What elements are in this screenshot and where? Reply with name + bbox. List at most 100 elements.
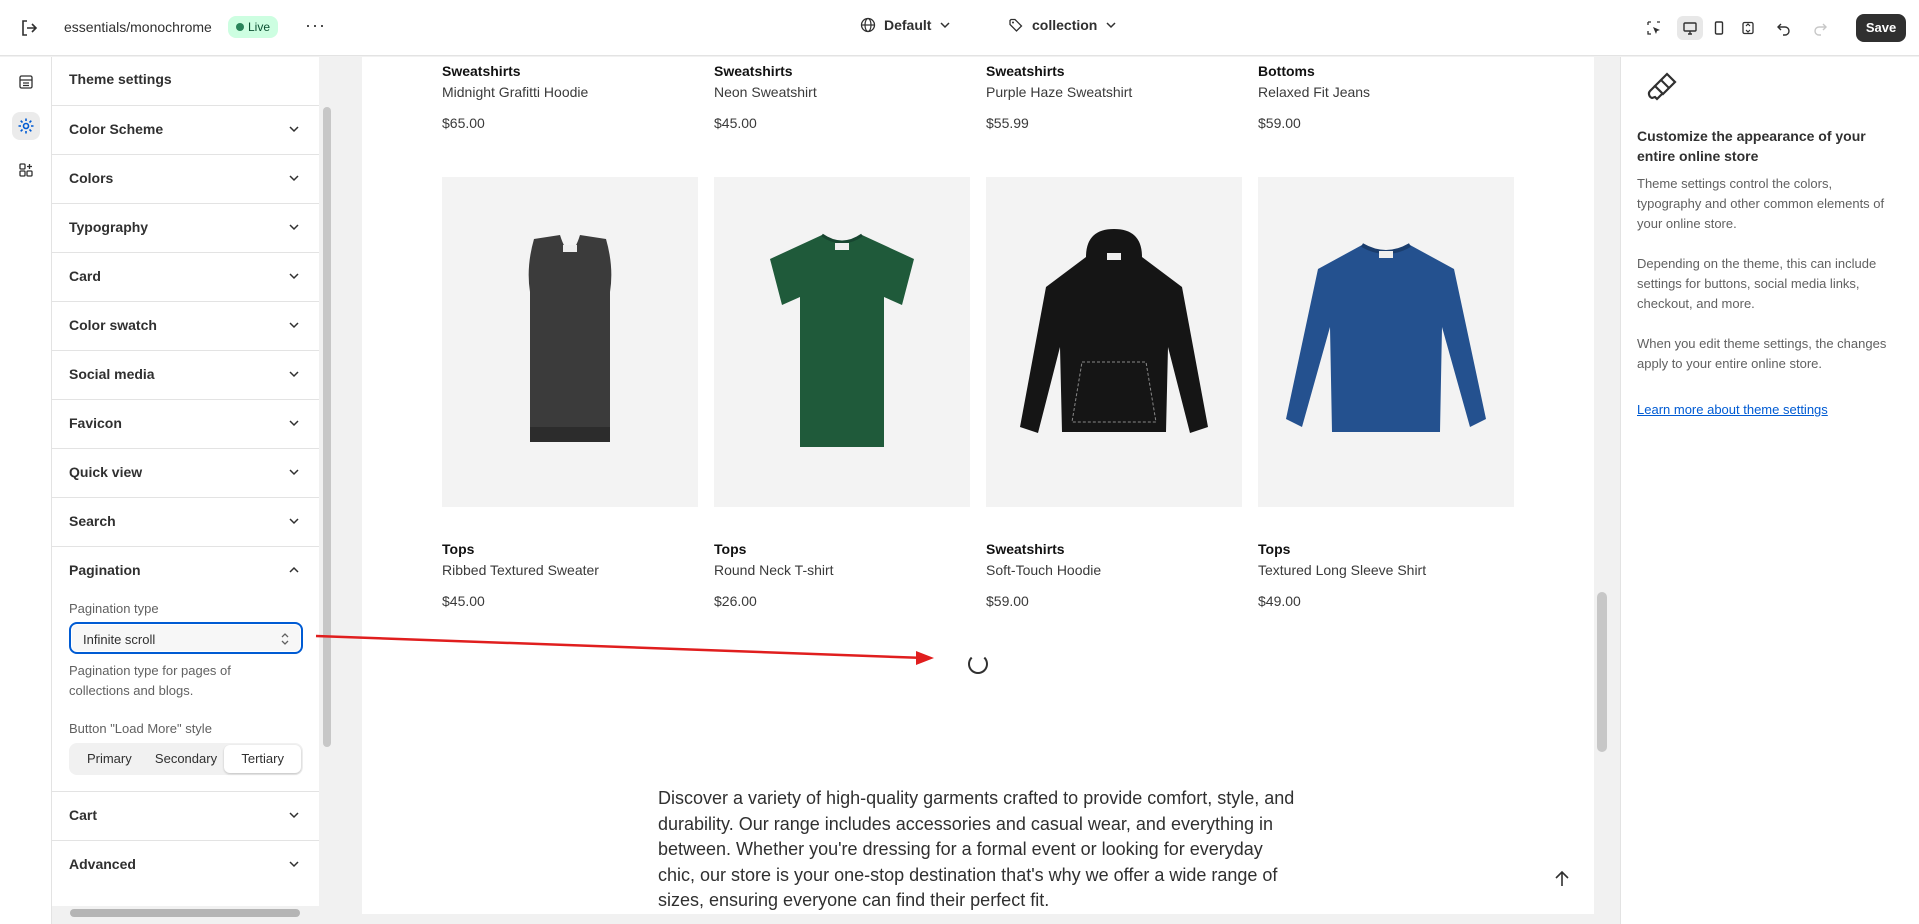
product-name: Relaxed Fit Jeans	[1258, 84, 1371, 100]
load-more-style-label: Button "Load More" style	[69, 721, 212, 736]
accordion-label: Typography	[69, 219, 149, 235]
accordion-card[interactable]: Card	[52, 252, 319, 301]
more-actions-button[interactable]: ···	[305, 15, 326, 36]
chevron-down-icon	[289, 175, 299, 182]
template-select[interactable]: collection	[1008, 17, 1117, 33]
product-name: Textured Long Sleeve Shirt	[1258, 562, 1427, 578]
scrollbar-thumb[interactable]	[323, 107, 331, 747]
accordion-search[interactable]: Search	[52, 497, 319, 546]
product-price: $59.00	[1258, 115, 1301, 131]
top-bar: essentials/monochrome Live ··· Default c…	[0, 0, 1919, 56]
globe-icon	[860, 17, 876, 33]
template-label: collection	[1032, 17, 1098, 33]
inspector-icon[interactable]	[1641, 16, 1667, 40]
chevron-down-icon	[289, 861, 299, 868]
mobile-view-icon[interactable]	[1706, 16, 1732, 40]
accordion-colors[interactable]: Colors	[52, 154, 319, 203]
style-tertiary-button[interactable]: Tertiary	[224, 745, 302, 773]
accordion-pagination[interactable]: Pagination	[52, 546, 319, 595]
theme-preset-select[interactable]: Default	[860, 17, 951, 33]
product-name: Purple Haze Sweatshirt	[986, 84, 1133, 100]
style-primary-button[interactable]: Primary	[71, 745, 148, 773]
product-category: Sweatshirts	[986, 541, 1065, 557]
chevron-down-icon	[289, 812, 299, 819]
learn-more-link[interactable]: Learn more about theme settings	[1637, 402, 1828, 417]
accordion-label: Cart	[69, 807, 98, 823]
product-name: Soft-Touch Hoodie	[986, 562, 1102, 578]
theme-settings-gear-icon[interactable]	[12, 112, 40, 140]
product-category: Bottoms	[1258, 63, 1315, 79]
apps-icon[interactable]	[12, 156, 40, 184]
sections-icon[interactable]	[12, 68, 40, 96]
settings-vertical-scrollbar[interactable]	[320, 57, 334, 911]
tag-icon	[1009, 18, 1023, 32]
product-name: Midnight Grafitti Hoodie	[442, 84, 589, 100]
info-paragraph: When you edit theme settings, the change…	[1637, 336, 1887, 371]
product-card[interactable]: Tops Textured Long Sleeve Shirt $49.00	[1258, 541, 1514, 609]
settings-horizontal-scrollbar[interactable]	[52, 906, 319, 920]
accordion-label: Colors	[69, 170, 114, 186]
product-price: $65.00	[442, 115, 485, 131]
chevron-down-icon	[289, 469, 299, 476]
fullscreen-icon[interactable]	[1735, 16, 1761, 40]
style-secondary-button[interactable]: Secondary	[148, 745, 225, 773]
paintbrush-icon	[1647, 72, 1677, 101]
accordion-label: Color Scheme	[69, 121, 164, 137]
product-category: Sweatshirts	[714, 63, 793, 79]
product-image-sweatshirt[interactable]	[1258, 177, 1514, 507]
chevron-down-icon	[289, 322, 299, 329]
save-button[interactable]: Save	[1856, 14, 1906, 42]
product-price: $45.00	[442, 593, 485, 609]
product-price: $49.00	[1258, 593, 1301, 609]
scrollbar-thumb[interactable]	[70, 909, 300, 917]
accordion-color-scheme[interactable]: Color Scheme	[52, 105, 319, 154]
product-price: $26.00	[714, 593, 757, 609]
loading-spinner-icon	[968, 654, 988, 674]
accordion-social-media[interactable]: Social media	[52, 350, 319, 399]
accordion-typography[interactable]: Typography	[52, 203, 319, 252]
scrollbar-thumb[interactable]	[1597, 592, 1607, 752]
product-price: $55.99	[986, 115, 1029, 131]
chevron-down-icon	[289, 371, 299, 378]
product-card[interactable]: Sweatshirts Neon Sweatshirt $45.00	[714, 63, 970, 131]
product-card[interactable]: Sweatshirts Midnight Grafitti Hoodie $65…	[442, 63, 698, 131]
scroll-to-top-icon[interactable]	[1553, 870, 1571, 888]
product-card[interactable]: Tops Ribbed Textured Sweater $45.00	[442, 541, 698, 609]
accordion-label: Card	[69, 268, 101, 284]
accordion-label: Advanced	[69, 856, 136, 872]
accordion-quick-view[interactable]: Quick view	[52, 448, 319, 497]
product-image-hoodie[interactable]	[986, 177, 1242, 507]
select-arrows-icon	[281, 633, 289, 645]
accordion-favicon[interactable]: Favicon	[52, 399, 319, 448]
product-card[interactable]: Tops Round Neck T-shirt $26.00	[714, 541, 970, 609]
chevron-down-icon	[289, 126, 299, 133]
product-name: Round Neck T-shirt	[714, 562, 834, 578]
product-card[interactable]: Sweatshirts Soft-Touch Hoodie $59.00	[986, 541, 1242, 609]
product-card[interactable]: Sweatshirts Purple Haze Sweatshirt $55.9…	[986, 63, 1242, 131]
storefront-preview: Sweatshirts Midnight Grafitti Hoodie $65…	[362, 57, 1594, 914]
chevron-down-icon	[289, 518, 299, 525]
accordion-cart[interactable]: Cart	[52, 791, 319, 840]
exit-icon[interactable]	[18, 17, 40, 39]
product-image-sweater-vest[interactable]	[442, 177, 698, 507]
info-paragraph: Depending on the theme, this can include…	[1637, 256, 1877, 311]
product-category: Tops	[442, 541, 475, 557]
live-status-badge: Live	[228, 16, 279, 38]
redo-icon[interactable]	[1807, 16, 1833, 40]
product-card[interactable]: Bottoms Relaxed Fit Jeans $59.00	[1258, 63, 1514, 131]
chevron-up-icon	[289, 566, 299, 573]
preview-vertical-scrollbar[interactable]	[1594, 57, 1610, 914]
pagination-type-select[interactable]: Infinite scroll	[69, 622, 303, 654]
product-image-tshirt[interactable]	[714, 177, 970, 507]
settings-title: Theme settings	[69, 71, 172, 87]
chevron-down-icon	[1106, 22, 1116, 29]
desktop-view-icon[interactable]	[1677, 16, 1703, 40]
product-category: Tops	[714, 541, 747, 557]
product-name: Ribbed Textured Sweater	[442, 562, 599, 578]
icon-rail	[0, 57, 52, 924]
accordion-label: Color swatch	[69, 317, 157, 333]
undo-icon[interactable]	[1771, 16, 1797, 40]
accordion-color-swatch[interactable]: Color swatch	[52, 301, 319, 350]
info-title: Customize the appearance of your entire …	[1637, 128, 1866, 164]
accordion-advanced[interactable]: Advanced	[52, 840, 319, 889]
